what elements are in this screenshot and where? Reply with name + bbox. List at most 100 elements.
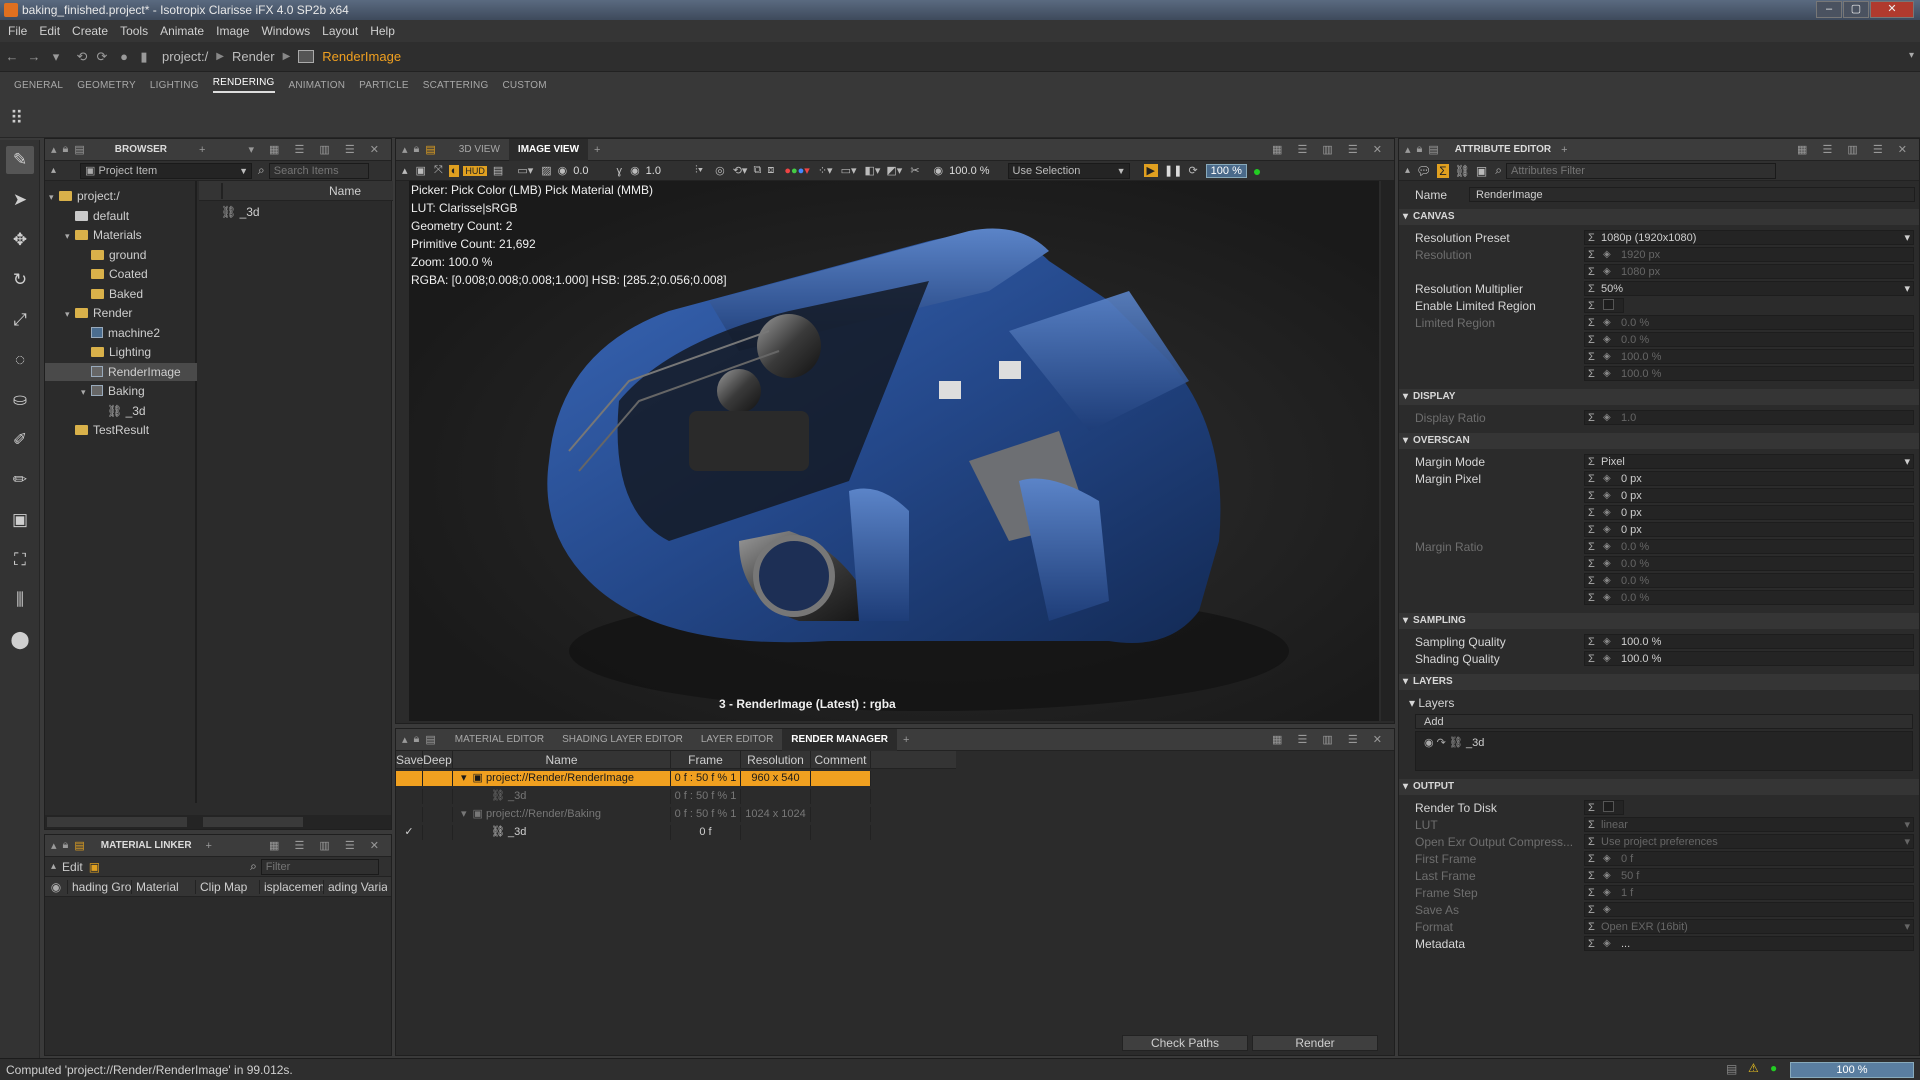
- move-tool-icon[interactable]: ✥: [6, 226, 34, 254]
- tree-item[interactable]: ▾ Render: [65, 304, 132, 322]
- tab-shading-layer-editor[interactable]: SHADING LAYER EDITOR: [553, 729, 692, 751]
- collapse-arrow-icon[interactable]: ▾: [1409, 696, 1418, 710]
- attr-dropdown[interactable]: Σlinear ▾: [1584, 817, 1914, 832]
- select-tool-icon[interactable]: ➤: [6, 186, 34, 214]
- sigma-icon[interactable]: Σ: [1588, 903, 1595, 917]
- scale-tool-icon[interactable]: ⤢: [6, 306, 34, 334]
- collapse-icon[interactable]: ▴: [1405, 165, 1410, 176]
- checkbox-box[interactable]: [1603, 299, 1614, 310]
- grid-icon[interactable]: ▨: [541, 164, 551, 177]
- animate-key-icon[interactable]: ◈: [1603, 316, 1611, 330]
- animate-key-icon[interactable]: ◈: [1603, 903, 1611, 917]
- overlay-icon[interactable]: ◧▾: [864, 164, 880, 177]
- minimize-button[interactable]: –: [1816, 1, 1842, 18]
- sigma-icon[interactable]: Σ: [1588, 506, 1595, 520]
- search-input[interactable]: [268, 162, 369, 179]
- tab-layer-editor[interactable]: LAYER EDITOR: [692, 729, 782, 751]
- panel-options-icon[interactable]: ▤: [74, 839, 84, 852]
- expand-arrow-icon[interactable]: ▾: [461, 772, 467, 784]
- name-field[interactable]: RenderImage: [1469, 187, 1915, 202]
- comment-cell[interactable]: [811, 807, 871, 822]
- bookmark-icon[interactable]: ●: [116, 49, 132, 65]
- save-checkbox[interactable]: ✓: [396, 825, 423, 840]
- frame-range-cell[interactable]: 0 f : 50 f % 1: [671, 807, 741, 822]
- refresh-render-icon[interactable]: ⟳: [1188, 164, 1197, 177]
- close-button[interactable]: ✕: [1870, 1, 1914, 18]
- sigma-icon[interactable]: Σ: [1588, 557, 1595, 571]
- tree-item[interactable]: machine2: [81, 324, 160, 342]
- animate-key-icon[interactable]: ◈: [1603, 591, 1611, 605]
- add-tab-icon[interactable]: +: [594, 144, 600, 156]
- collapse-arrow-icon[interactable]: ▾: [1403, 613, 1408, 629]
- attr-dropdown[interactable]: Σ Open EXR (16bit) ▾: [1584, 919, 1914, 934]
- sigma-icon[interactable]: Σ: [1588, 801, 1595, 815]
- checkbox-box[interactable]: [1603, 801, 1614, 812]
- column-header[interactable]: Name: [453, 751, 671, 769]
- comment-cell[interactable]: [811, 825, 871, 840]
- visibility-eye-icon[interactable]: ◉: [45, 880, 67, 894]
- tab-particle[interactable]: PARTICLE: [359, 80, 409, 91]
- sigma-icon[interactable]: Σ: [1588, 350, 1595, 364]
- attr-field[interactable]: Σ ◈ 0 px: [1584, 471, 1914, 486]
- menu-file[interactable]: File: [8, 24, 27, 38]
- ruler-tool-icon[interactable]: ⫼: [6, 586, 34, 614]
- sigma-icon[interactable]: Σ: [1588, 489, 1595, 503]
- column-header[interactable]: Frame Range: [671, 751, 741, 785]
- sigma-icon[interactable]: Σ: [1588, 316, 1595, 330]
- attr-field[interactable]: Σ ◈: [1584, 902, 1914, 917]
- attr-field[interactable]: Σ ◈ 0.0 %: [1584, 539, 1914, 554]
- panel-layout-icons[interactable]: ▦ ☰ ▥ ☰ ✕: [1797, 143, 1913, 156]
- pin-icon[interactable]: ▣: [1476, 164, 1487, 178]
- section-output[interactable]: ▾ OUTPUT: [1399, 779, 1919, 795]
- render-viewport[interactable]: Picker: Pick Color (LMB) Pick Material (…: [409, 181, 1379, 721]
- deep-checkbox[interactable]: [423, 771, 453, 786]
- lock-icon[interactable]: 🔒︎: [414, 143, 420, 156]
- animate-key-icon[interactable]: ◈: [1603, 540, 1611, 554]
- tab-general[interactable]: GENERAL: [14, 80, 63, 91]
- display-icon[interactable]: ▭▾: [517, 164, 533, 177]
- sigma-icon[interactable]: Σ: [1588, 540, 1595, 554]
- lock-icon[interactable]: 🔒︎: [414, 733, 420, 746]
- comment-icon[interactable]: 💬︎: [1416, 164, 1431, 178]
- exposure-value[interactable]: 0.0: [573, 165, 588, 177]
- edit-mode-icon[interactable]: ▣: [89, 860, 100, 874]
- panel-menu-icon[interactable]: ▴: [1405, 143, 1411, 156]
- tree-item[interactable]: ground: [81, 246, 146, 264]
- tree-item[interactable]: RenderImage: [45, 362, 197, 381]
- expand-arrow-icon[interactable]: ▾: [65, 227, 75, 245]
- edit-button[interactable]: Edit: [62, 860, 83, 874]
- menu-animate[interactable]: Animate: [160, 24, 204, 38]
- attr-field[interactable]: Σ ◈ 0.0 %: [1584, 590, 1914, 605]
- tree-item[interactable]: default: [65, 207, 129, 225]
- collapse-icon[interactable]: ▴: [402, 164, 408, 177]
- attr-field[interactable]: Σ ◈ 1080 px: [1584, 264, 1914, 279]
- list-item[interactable]: ⛓ _3d: [221, 205, 260, 219]
- viewer-scrollbar[interactable]: [1381, 181, 1394, 721]
- save-checkbox[interactable]: [396, 807, 423, 822]
- panel-menu-icon[interactable]: ▴: [402, 143, 408, 156]
- panel-menu-icon[interactable]: ▴: [51, 839, 57, 852]
- path-menu-icon[interactable]: ▾: [1909, 50, 1914, 61]
- column-header[interactable]: Save: [396, 751, 423, 769]
- column-header[interactable]: isplacemen: [259, 879, 323, 894]
- channel-icon[interactable]: ▤: [493, 164, 503, 177]
- collapse-arrow-icon[interactable]: ▾: [1403, 674, 1408, 690]
- lock-icon[interactable]: 🔒︎: [63, 839, 69, 852]
- tab-geometry[interactable]: GEOMETRY: [77, 80, 136, 91]
- attr-dropdown[interactable]: Σ Pixel ▾: [1584, 454, 1914, 469]
- log-icon[interactable]: ▤: [1726, 1062, 1737, 1076]
- attr-field[interactable]: Σ ◈ 0 px: [1584, 505, 1914, 520]
- resolution-cell[interactable]: 1024 x 1024: [741, 807, 811, 822]
- attr-field[interactable]: Σ ◈ 1 f: [1584, 885, 1914, 900]
- lock-icon[interactable]: 🔒︎: [63, 143, 69, 156]
- attr-field[interactable]: Σ ◈ 0.0 %: [1584, 332, 1914, 347]
- attr-field[interactable]: Σ ◈ 100.0 %: [1584, 651, 1914, 666]
- collapse-arrow-icon[interactable]: ▾: [1403, 389, 1408, 405]
- panel-options-icon[interactable]: ▤: [74, 143, 84, 156]
- column-header[interactable]: Clip Map: [195, 879, 259, 894]
- hud-toggle-icon[interactable]: HUD: [463, 165, 487, 176]
- add-tab-icon[interactable]: +: [206, 840, 212, 852]
- add-layer-button[interactable]: Add: [1415, 714, 1913, 729]
- shelf-tool-icon[interactable]: ⠿: [10, 108, 23, 129]
- resolution-cell[interactable]: 960 x 540: [741, 771, 811, 786]
